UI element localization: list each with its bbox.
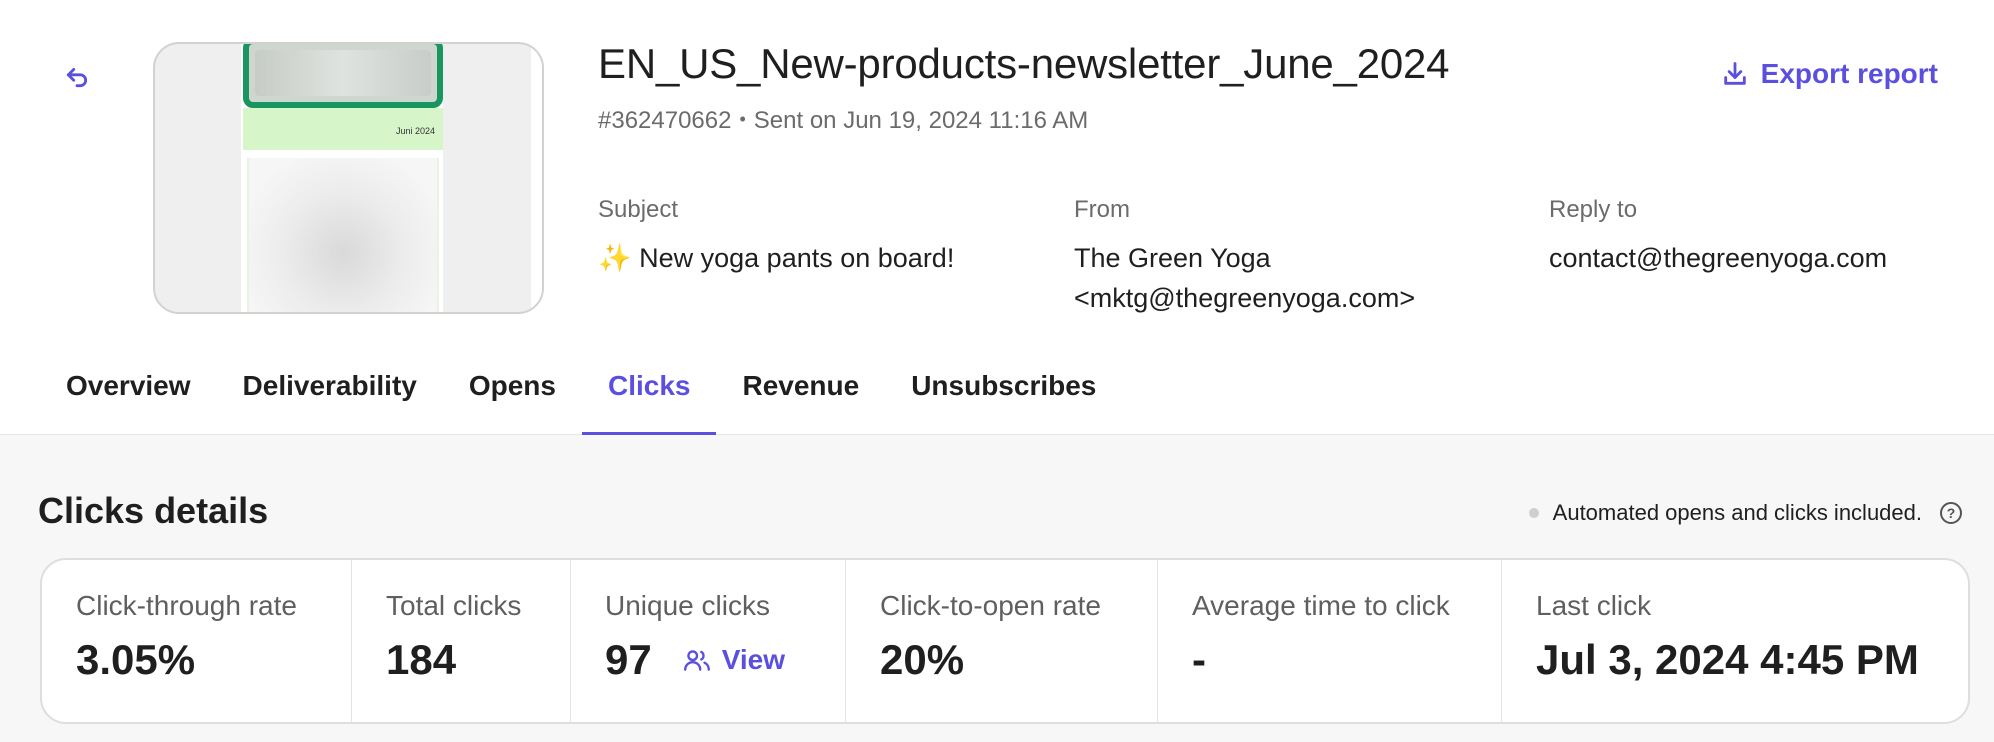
stat-value: 20%	[880, 636, 965, 683]
sent-date: Sent on Jun 19, 2024 11:16 AM	[753, 107, 1089, 134]
from-name: The Green Yoga	[1074, 243, 1271, 273]
email-thumbnail[interactable]: Juni 2024	[153, 42, 544, 314]
stat-value: Jul 3, 2024 4:45 PM	[1536, 636, 1919, 683]
users-icon	[683, 650, 710, 671]
stats-card: Click-through rate 3.05% Total clicks 18…	[40, 558, 1970, 724]
tab-clicks[interactable]: Clicks	[581, 360, 717, 435]
from-label: From	[1074, 196, 1130, 223]
download-icon	[1723, 62, 1746, 85]
stat-last-click: Last click Jul 3, 2024 4:45 PM	[1502, 560, 1968, 722]
meta-separator: •	[739, 109, 746, 129]
stat-click-to-open-rate: Click-to-open rate 20%	[846, 560, 1158, 722]
tab-opens[interactable]: Opens	[443, 360, 582, 435]
thumbnail-date: Juni 2024	[395, 126, 435, 136]
thumbnail-header-image	[243, 44, 443, 108]
thumbnail-body	[247, 158, 439, 312]
export-report-label: Export report	[1760, 58, 1938, 89]
from-value: The Green Yoga <mktg@thegreenyoga.com>	[1074, 238, 1415, 318]
undo-arrow-icon	[66, 68, 87, 88]
stat-label: Last click	[1536, 590, 1652, 621]
subject-label: Subject	[598, 196, 679, 223]
stat-value: 184	[386, 636, 457, 683]
tab-overview[interactable]: Overview	[40, 360, 217, 435]
automated-note: Automated opens and clicks included. ?	[1528, 500, 1962, 526]
stat-unique-clicks: Unique clicks 97 View	[571, 560, 846, 722]
stat-label: Click-through rate	[76, 590, 297, 621]
report-tabs: Overview Deliverability Opens Clicks Rev…	[40, 360, 1122, 435]
view-link-label: View	[721, 644, 786, 675]
stat-average-time-to-click: Average time to click -	[1158, 560, 1502, 722]
campaign-meta: #362470662 • Sent on Jun 19, 2024 11:16 AM	[598, 107, 1088, 135]
reply-to-label: Reply to	[1549, 196, 1638, 223]
status-dot	[1528, 508, 1539, 518]
tab-unsubscribes[interactable]: Unsubscribes	[885, 360, 1122, 435]
section-title: Clicks details	[38, 490, 269, 531]
tab-deliverability[interactable]: Deliverability	[217, 360, 443, 435]
subject-value: ✨ New yoga pants on board!	[598, 243, 955, 273]
stat-label: Click-to-open rate	[880, 590, 1101, 621]
campaign-title: EN_US_New-products-newsletter_June_2024	[598, 40, 1450, 87]
stat-label: Unique clicks	[605, 590, 770, 621]
stat-value-row: 97 View	[605, 636, 811, 684]
stat-value: 3.05%	[76, 636, 196, 683]
tab-revenue[interactable]: Revenue	[716, 360, 885, 435]
export-report-button[interactable]: Export report	[1721, 58, 1938, 90]
campaign-id: #362470662	[598, 107, 732, 134]
stat-total-clicks: Total clicks 184	[352, 560, 571, 722]
stat-value: -	[1192, 636, 1206, 683]
from-email: <mktg@thegreenyoga.com>	[1074, 283, 1416, 313]
stat-label: Total clicks	[386, 590, 522, 621]
campaign-header: Juni 2024 EN_US_New-products-newsletter_…	[0, 0, 1994, 435]
view-unique-clickers-link[interactable]: View	[682, 644, 785, 676]
thumbnail-date-band: Juni 2024	[243, 108, 443, 150]
reply-to-value: contact@thegreenyoga.com	[1549, 243, 1888, 273]
automated-note-text: Automated opens and clicks included.	[1552, 500, 1922, 525]
stat-click-through-rate: Click-through rate 3.05%	[42, 560, 352, 722]
stat-value: 97	[605, 636, 652, 683]
help-icon[interactable]: ?	[1940, 502, 1962, 524]
back-button[interactable]	[60, 60, 94, 94]
stat-label: Average time to click	[1192, 590, 1450, 621]
